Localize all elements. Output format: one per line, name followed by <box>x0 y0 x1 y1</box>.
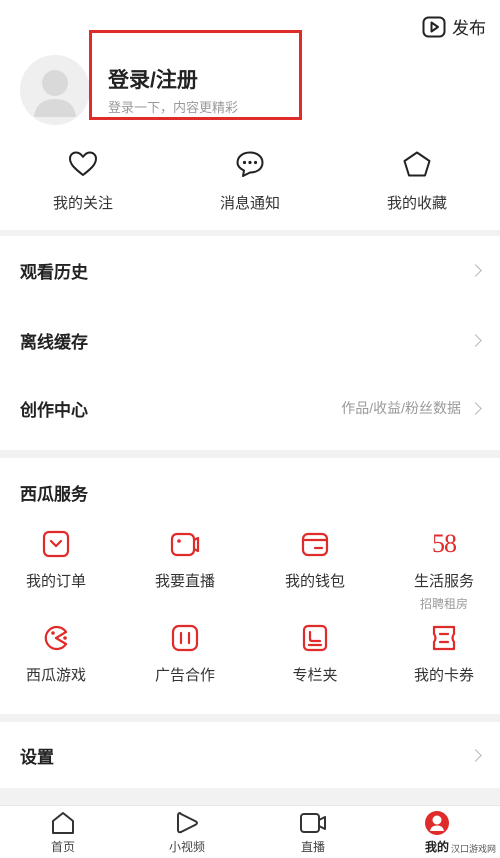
service-column-folder[interactable]: 专栏夹 <box>260 622 370 685</box>
service-my-coupons[interactable]: 我的卡券 <box>389 622 499 685</box>
service-life-services[interactable]: 58 生活服务 招聘租房 <box>389 528 499 612</box>
my-follows-button[interactable]: 我的关注 <box>23 150 143 213</box>
menu-item-label: 离线缓存 <box>20 332 88 352</box>
avatar[interactable] <box>20 55 90 125</box>
menu-item-settings[interactable]: 设置 <box>0 722 500 788</box>
quick-action-label: 我的收藏 <box>386 195 447 212</box>
quick-action-label: 我的关注 <box>52 195 113 212</box>
menu-item-label: 观看历史 <box>20 262 88 282</box>
services-title: 西瓜服务 <box>20 485 88 504</box>
service-go-live[interactable]: 我要直播 <box>130 528 240 591</box>
58-logo-icon: 58 <box>432 529 457 558</box>
service-ad-cooperation[interactable]: 广告合作 <box>130 622 240 685</box>
menu-list: 观看历史 离线缓存 创作中心 作品/收益/粉丝数据 <box>0 236 500 450</box>
quick-action-label: 消息通知 <box>219 195 280 212</box>
bottom-tab-bar: 首页 小视频 直播 我的 汉口游戏网 <box>0 805 500 858</box>
menu-item-hint: 作品/收益/粉丝数据 <box>341 400 461 416</box>
game-icon <box>44 625 68 651</box>
profile-header: 发布 登录/注册 登录一下，内容更精彩 我的关注 消息通知 我的收藏 <box>0 0 500 230</box>
live-icon <box>300 813 326 833</box>
ad-icon <box>171 624 199 652</box>
play-icon <box>177 812 198 834</box>
home-icon <box>52 812 74 834</box>
service-wallet[interactable]: 我的钱包 <box>260 528 370 591</box>
quick-actions: 我的关注 消息通知 我的收藏 <box>0 150 500 220</box>
chevron-right-icon <box>469 333 482 347</box>
menu-item-label: 创作中心 <box>20 400 88 420</box>
my-favorites-button[interactable]: 我的收藏 <box>357 150 477 213</box>
menu-item-watch-history[interactable]: 观看历史 <box>0 236 500 304</box>
profile-icon <box>425 811 449 835</box>
notifications-button[interactable]: 消息通知 <box>190 150 310 213</box>
login-register-link[interactable]: 登录/注册 <box>108 64 198 94</box>
publish-label: 发布 <box>452 19 486 38</box>
message-icon <box>236 151 264 177</box>
star-icon <box>403 151 431 177</box>
chevron-right-icon <box>469 748 482 762</box>
publish-button[interactable]: 发布 <box>422 14 486 39</box>
column-icon <box>302 624 328 652</box>
chevron-right-icon <box>469 263 482 277</box>
service-xigua-games[interactable]: 西瓜游戏 <box>1 622 111 685</box>
settings-label: 设置 <box>20 747 54 767</box>
heart-icon <box>69 151 97 176</box>
tab-home[interactable]: 首页 <box>18 810 108 855</box>
watermark: 汉口游戏网 <box>448 841 498 856</box>
chevron-right-icon <box>469 401 482 415</box>
tab-live[interactable]: 直播 <box>268 810 358 855</box>
service-my-orders[interactable]: 我的订单 <box>1 528 111 591</box>
menu-item-creator-center[interactable]: 创作中心 作品/收益/粉丝数据 <box>0 374 500 442</box>
coupon-icon <box>432 625 456 651</box>
video-publish-icon <box>422 16 446 37</box>
order-icon <box>42 530 70 558</box>
tab-short-video[interactable]: 小视频 <box>142 810 232 855</box>
wallet-icon <box>301 532 329 557</box>
live-camera-icon <box>170 532 200 557</box>
login-subtitle: 登录一下，内容更精彩 <box>108 100 239 115</box>
menu-item-offline-cache[interactable]: 离线缓存 <box>0 306 500 374</box>
default-avatar-icon <box>34 70 76 117</box>
services-panel: 西瓜服务 我的订单 我要直播 我的钱包 58 生活服务 招聘租房 西瓜游戏 广告… <box>0 458 500 714</box>
